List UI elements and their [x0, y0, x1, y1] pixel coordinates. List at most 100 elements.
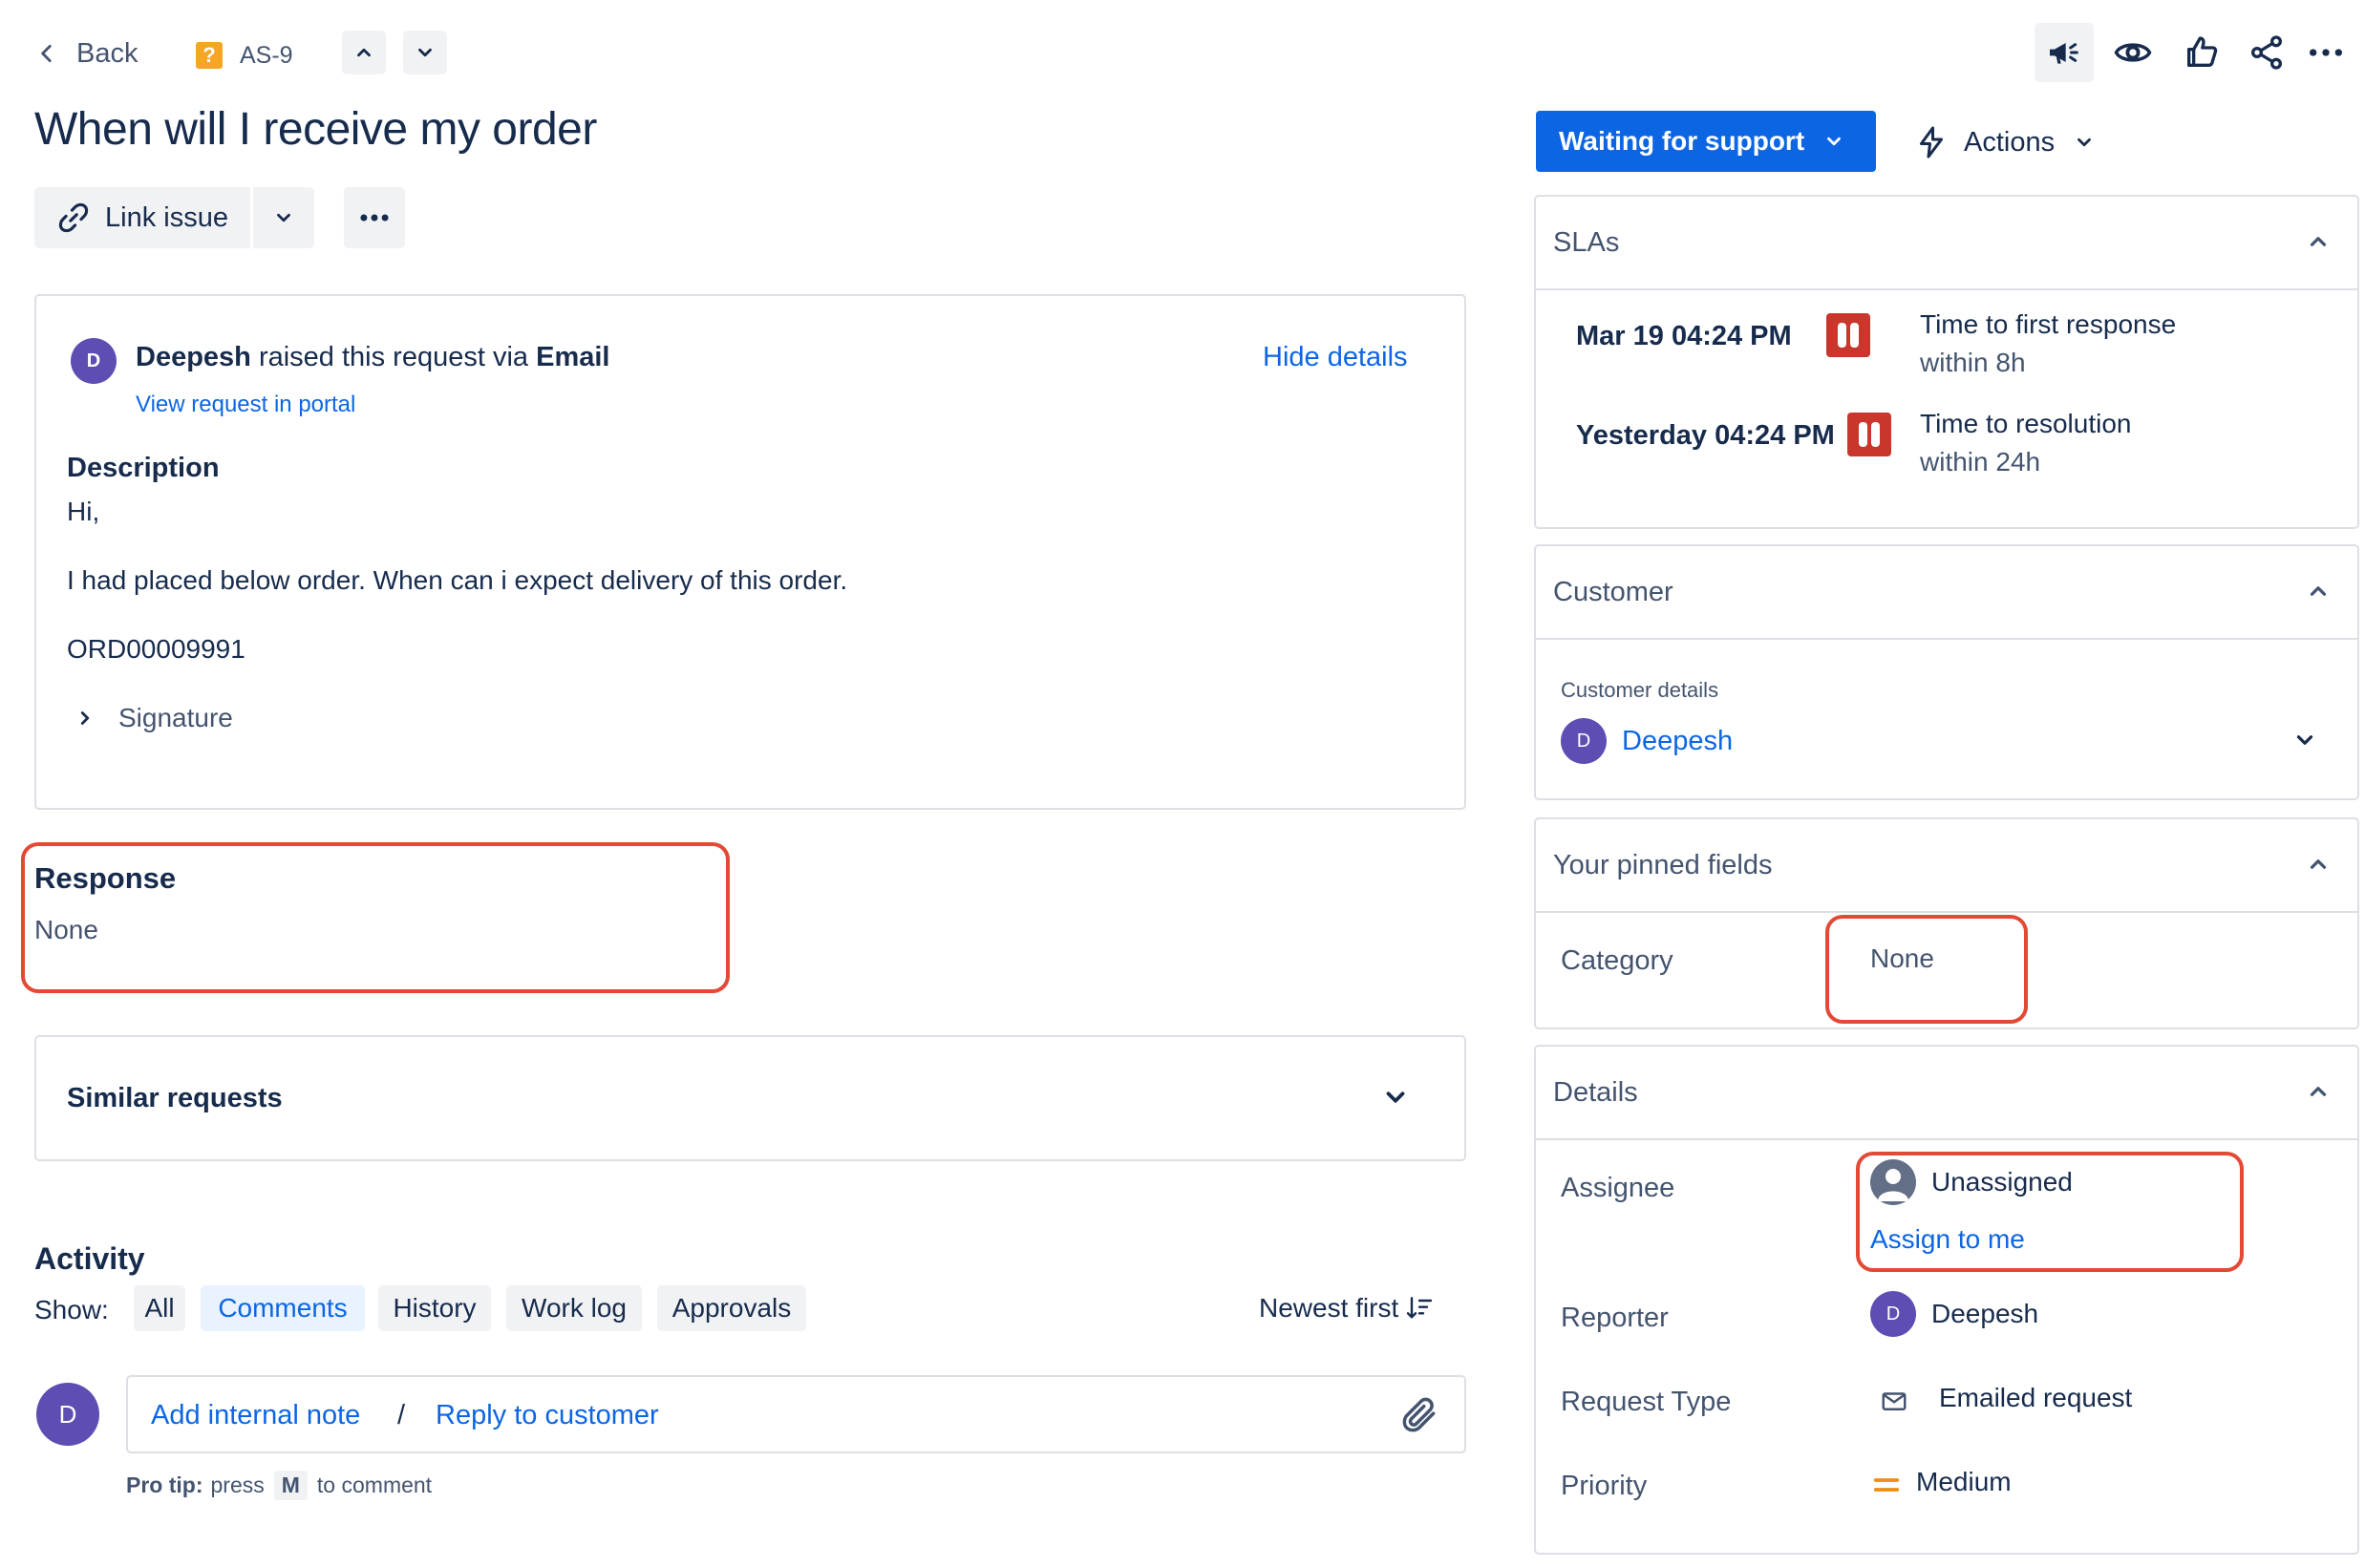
- description-label: Description: [67, 453, 220, 483]
- megaphone-icon: [2050, 43, 2078, 64]
- pinned-fields-title: Your pinned fields: [1553, 850, 1773, 880]
- add-internal-note-link[interactable]: Add internal note: [151, 1400, 360, 1431]
- share-button[interactable]: [2243, 29, 2290, 76]
- issue-key: AS-9: [240, 41, 293, 69]
- customer-title: Customer: [1553, 577, 1673, 607]
- back-button[interactable]: Back: [34, 34, 138, 73]
- filter-work-log[interactable]: Work log: [506, 1285, 642, 1331]
- link-issue-label: Link issue: [105, 201, 228, 233]
- request-details-card: D Deepesh raised this request via Email …: [34, 294, 1466, 810]
- chevron-down-icon[interactable]: [2292, 728, 2317, 752]
- sort-descending-icon: [1407, 1297, 1433, 1319]
- comment-box[interactable]: Add internal note / Reply to customer: [126, 1375, 1466, 1453]
- chevron-up-icon: [2310, 1087, 2327, 1096]
- previous-issue-button[interactable]: [342, 31, 386, 74]
- sla-name: Time to first response: [1920, 309, 2177, 339]
- more-toolbar-button[interactable]: [344, 187, 405, 248]
- raised-via-text: raised this request via: [258, 342, 529, 372]
- link-issue-button[interactable]: Link issue: [34, 187, 250, 248]
- issue-key-breadcrumb[interactable]: ? AS-9: [196, 36, 293, 74]
- similar-requests-label: Similar requests: [67, 1083, 283, 1113]
- chevron-down-icon: [277, 213, 290, 222]
- response-label: Response: [34, 861, 177, 895]
- watch-button[interactable]: [2109, 29, 2157, 76]
- chevron-up-icon: [2310, 586, 2327, 596]
- chevron-left-icon: [41, 45, 52, 62]
- category-label: Category: [1561, 945, 1673, 976]
- lightning-icon: [1920, 126, 1943, 159]
- link-icon: [58, 202, 89, 233]
- filter-all[interactable]: All: [134, 1285, 185, 1331]
- ellipsis-icon: [2310, 49, 2342, 56]
- slas-header[interactable]: SLAs: [1536, 197, 2357, 290]
- view-portal-link[interactable]: View request in portal: [136, 392, 355, 418]
- sort-label: Newest first: [1259, 1293, 1399, 1323]
- commenter-avatar: D: [36, 1383, 99, 1446]
- chevron-down-icon: [418, 48, 432, 57]
- chevron-right-icon: [80, 711, 90, 725]
- more-actions-button[interactable]: [2302, 29, 2350, 76]
- actions-button[interactable]: Actions: [1914, 118, 2095, 166]
- priority-value[interactable]: Medium: [1916, 1467, 2012, 1497]
- signature-label: Signature: [118, 703, 233, 732]
- details-header[interactable]: Details: [1536, 1047, 2357, 1140]
- sla-goal: within 8h: [1920, 348, 2026, 377]
- request-type-label: Request Type: [1561, 1387, 1732, 1417]
- sla-time: Mar 19 04:24 PM: [1576, 321, 1792, 351]
- slas-title: SLAs: [1553, 227, 1620, 258]
- response-value[interactable]: None: [34, 915, 98, 945]
- category-highlight: [1825, 915, 2028, 1024]
- ellipsis-icon: [360, 214, 389, 222]
- protip-bold: Pro tip:: [126, 1473, 203, 1497]
- customer-details-label: Customer details: [1561, 678, 1719, 702]
- vote-button[interactable]: [2178, 29, 2226, 76]
- customer-name-link[interactable]: Deepesh: [1622, 726, 1733, 757]
- status-button[interactable]: Waiting for support: [1536, 111, 1876, 172]
- sla-time: Yesterday 04:24 PM: [1576, 420, 1835, 451]
- next-issue-button[interactable]: [403, 31, 447, 74]
- pause-icon: [1847, 413, 1891, 456]
- filter-approvals[interactable]: Approvals: [657, 1285, 806, 1331]
- hide-details-link[interactable]: Hide details: [1263, 342, 1408, 373]
- details-panel: Details Assignee Unassigned Assign to me…: [1534, 1045, 2359, 1555]
- pause-icon: [1826, 313, 1870, 357]
- description-line: ORD00009991: [67, 634, 245, 664]
- filter-history[interactable]: History: [378, 1285, 491, 1331]
- description-line: Hi,: [67, 497, 100, 526]
- share-icon: [2251, 35, 2282, 70]
- paperclip-icon[interactable]: [1398, 1394, 1440, 1436]
- chevron-up-icon: [2310, 859, 2327, 869]
- page-title[interactable]: When will I receive my order: [34, 103, 597, 156]
- reply-to-customer-link[interactable]: Reply to customer: [436, 1400, 659, 1431]
- chevron-down-icon: [1827, 137, 1842, 146]
- eye-icon: [2114, 43, 2152, 62]
- chevron-down-icon: [2077, 138, 2091, 147]
- avatar: D: [71, 338, 117, 384]
- request-type-value[interactable]: Emailed request: [1939, 1383, 2132, 1413]
- reporter-value[interactable]: Deepesh: [1931, 1299, 2038, 1329]
- pinned-fields-header[interactable]: Your pinned fields: [1536, 819, 2357, 913]
- reporter-label: Reporter: [1561, 1303, 1669, 1333]
- customer-header[interactable]: Customer: [1536, 546, 2357, 640]
- chevron-up-icon: [2310, 237, 2327, 246]
- announce-button[interactable]: [2035, 23, 2094, 82]
- customer-panel: Customer Customer details D Deepesh: [1534, 544, 2359, 800]
- assignee-label: Assignee: [1561, 1173, 1675, 1203]
- signature-toggle[interactable]: Signature: [75, 703, 233, 733]
- slas-panel: SLAs Mar 19 04:24 PM Time to first respo…: [1534, 195, 2359, 529]
- link-issue-dropdown-button[interactable]: [253, 187, 314, 248]
- chevron-up-icon: [357, 48, 371, 57]
- similar-requests-card[interactable]: Similar requests: [34, 1035, 1466, 1161]
- show-label: Show:: [34, 1295, 109, 1324]
- sort-order-button[interactable]: Newest first: [1259, 1293, 1435, 1324]
- chevron-down-icon[interactable]: [1381, 1083, 1410, 1112]
- protip-rest: to comment: [316, 1473, 433, 1497]
- sla-name: Time to resolution: [1920, 409, 2132, 438]
- filter-comments[interactable]: Comments: [201, 1285, 365, 1331]
- actions-label: Actions: [1964, 126, 2056, 158]
- sla-goal: within 24h: [1920, 447, 2041, 477]
- comment-separator: /: [397, 1400, 406, 1430]
- back-label: Back: [76, 37, 138, 69]
- description-line: I had placed below order. When can i exp…: [67, 565, 848, 595]
- avatar: D: [1870, 1291, 1916, 1337]
